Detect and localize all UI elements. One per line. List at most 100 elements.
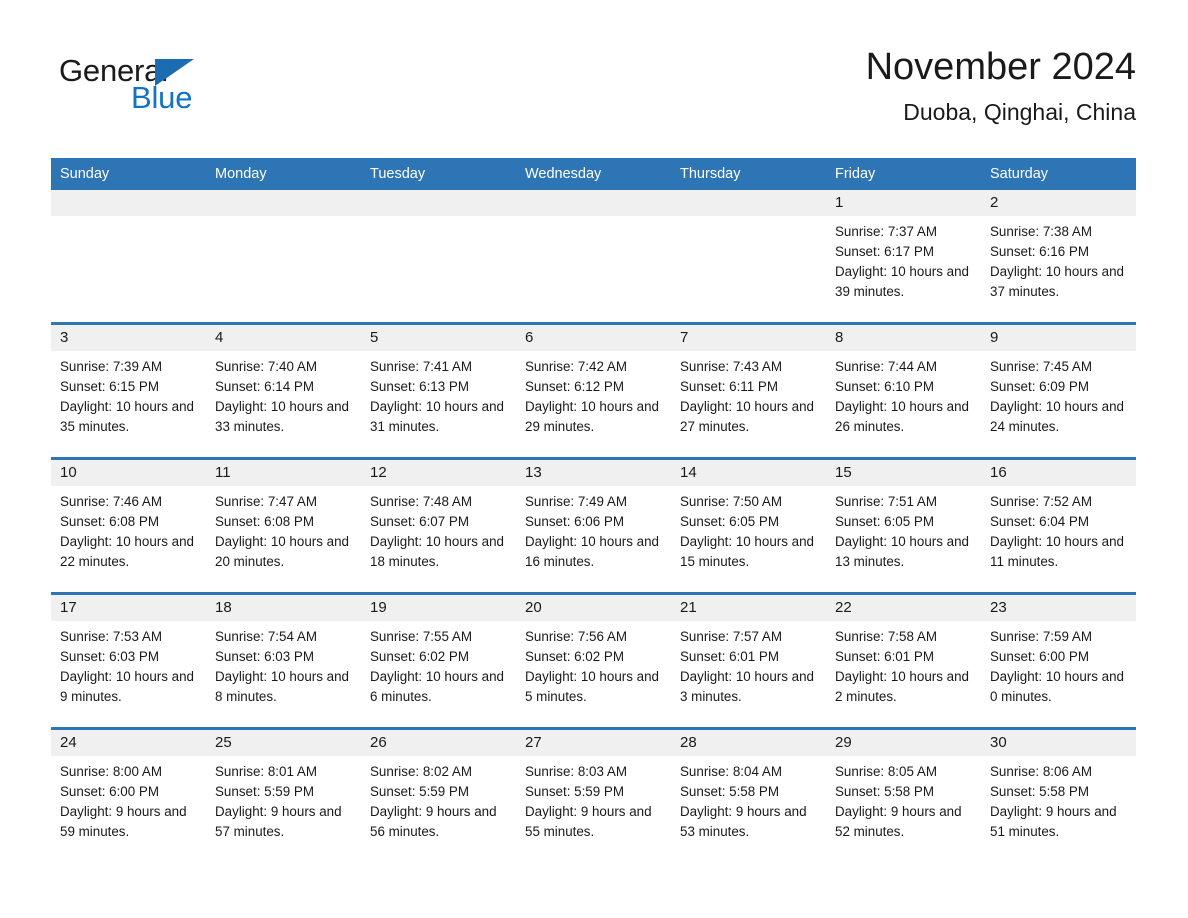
weekday-header-sunday: Sunday: [51, 158, 206, 190]
calendar-day-cell[interactable]: 3 Sunrise: 7:39 AM Sunset: 6:15 PM Daylight…: [51, 322, 206, 459]
calendar-day-cell[interactable]: 23 Sunrise: 7:59 AM Sunset: 6:00 PM Dayligh…: [981, 592, 1136, 729]
logo-text-blue: Blue: [131, 80, 193, 115]
calendar-day-cell[interactable]: 24 Sunrise: 8:00 AM Sunset: 6:00 PM Dayligh…: [51, 727, 206, 862]
calendar-week-row: 24 Sunrise: 8:00 AM Sunset: 6:00 PM Dayligh…: [51, 727, 1136, 862]
daylight-text: Daylight: 9 hours and 51 minutes.: [990, 804, 1117, 839]
day-details: Sunrise: 7:48 AM Sunset: 6:07 PM Daylight:…: [361, 486, 516, 572]
calendar-day-cell[interactable]: 17 Sunrise: 7:53 AM Sunset: 6:03 PM Dayligh…: [51, 592, 206, 729]
day-number: 3: [51, 325, 206, 351]
day-number: 26: [361, 730, 516, 756]
day-number: 28: [671, 730, 826, 756]
daylight-text: Daylight: 10 hours and 27 minutes.: [680, 399, 814, 434]
day-number: [206, 190, 361, 216]
daylight-text: Daylight: 10 hours and 24 minutes.: [990, 399, 1124, 434]
day-number: 30: [981, 730, 1136, 756]
calendar-day-cell[interactable]: 12 Sunrise: 7:48 AM Sunset: 6:07 PM Dayligh…: [361, 457, 516, 594]
weekday-header-thursday: Thursday: [671, 158, 826, 190]
calendar-day-cell-empty: [361, 190, 516, 324]
calendar-day-cell[interactable]: 10 Sunrise: 7:46 AM Sunset: 6:08 PM Dayligh…: [51, 457, 206, 594]
sunset-text: Sunset: 6:02 PM: [525, 649, 624, 664]
calendar-day-cell[interactable]: 22 Sunrise: 7:58 AM Sunset: 6:01 PM Dayligh…: [826, 592, 981, 729]
calendar-day-cell[interactable]: 16 Sunrise: 7:52 AM Sunset: 6:04 PM Dayligh…: [981, 457, 1136, 594]
daylight-text: Daylight: 10 hours and 15 minutes.: [680, 534, 814, 569]
day-number: 21: [671, 595, 826, 621]
sunset-text: Sunset: 6:04 PM: [990, 514, 1089, 529]
day-number: 14: [671, 460, 826, 486]
sunrise-text: Sunrise: 8:05 AM: [835, 764, 937, 779]
day-number: 12: [361, 460, 516, 486]
day-details: Sunrise: 7:38 AM Sunset: 6:16 PM Daylight:…: [981, 216, 1136, 302]
calendar-day-cell[interactable]: 2 Sunrise: 7:38 AM Sunset: 6:16 PM Daylight…: [981, 190, 1136, 324]
sunrise-text: Sunrise: 8:02 AM: [370, 764, 472, 779]
sunset-text: Sunset: 6:05 PM: [680, 514, 779, 529]
sunset-text: Sunset: 6:06 PM: [525, 514, 624, 529]
calendar-day-cell[interactable]: 8 Sunrise: 7:44 AM Sunset: 6:10 PM Daylight…: [826, 322, 981, 459]
calendar-day-cell[interactable]: 15 Sunrise: 7:51 AM Sunset: 6:05 PM Dayligh…: [826, 457, 981, 594]
sunset-text: Sunset: 6:01 PM: [680, 649, 779, 664]
calendar-day-cell[interactable]: 5 Sunrise: 7:41 AM Sunset: 6:13 PM Daylight…: [361, 322, 516, 459]
daylight-text: Daylight: 10 hours and 11 minutes.: [990, 534, 1124, 569]
day-details: Sunrise: 7:47 AM Sunset: 6:08 PM Daylight:…: [206, 486, 361, 572]
sunrise-text: Sunrise: 8:06 AM: [990, 764, 1092, 779]
day-number: 22: [826, 595, 981, 621]
calendar-day-cell[interactable]: 25 Sunrise: 8:01 AM Sunset: 5:59 PM Dayligh…: [206, 727, 361, 862]
calendar-day-cell[interactable]: 29 Sunrise: 8:05 AM Sunset: 5:58 PM Dayligh…: [826, 727, 981, 862]
calendar-day-cell[interactable]: 6 Sunrise: 7:42 AM Sunset: 6:12 PM Daylight…: [516, 322, 671, 459]
calendar-day-cell-empty: [516, 190, 671, 324]
calendar-day-cell[interactable]: 30 Sunrise: 8:06 AM Sunset: 5:58 PM Dayligh…: [981, 727, 1136, 862]
day-details: Sunrise: 7:53 AM Sunset: 6:03 PM Daylight:…: [51, 621, 206, 707]
sunset-text: Sunset: 6:08 PM: [215, 514, 314, 529]
calendar-day-cell[interactable]: 7 Sunrise: 7:43 AM Sunset: 6:11 PM Daylight…: [671, 322, 826, 459]
sunset-text: Sunset: 6:10 PM: [835, 379, 934, 394]
day-details: Sunrise: 8:00 AM Sunset: 6:00 PM Daylight:…: [51, 756, 206, 842]
calendar-day-cell[interactable]: 9 Sunrise: 7:45 AM Sunset: 6:09 PM Daylight…: [981, 322, 1136, 459]
day-details: Sunrise: 7:55 AM Sunset: 6:02 PM Daylight:…: [361, 621, 516, 707]
sunset-text: Sunset: 6:08 PM: [60, 514, 159, 529]
sunrise-text: Sunrise: 7:49 AM: [525, 494, 627, 509]
day-number: 25: [206, 730, 361, 756]
daylight-text: Daylight: 10 hours and 26 minutes.: [835, 399, 969, 434]
day-details: Sunrise: 7:49 AM Sunset: 6:06 PM Daylight:…: [516, 486, 671, 572]
daylight-text: Daylight: 10 hours and 18 minutes.: [370, 534, 504, 569]
day-details: Sunrise: 7:42 AM Sunset: 6:12 PM Daylight:…: [516, 351, 671, 437]
sunrise-text: Sunrise: 7:41 AM: [370, 359, 472, 374]
calendar-day-cell[interactable]: 26 Sunrise: 8:02 AM Sunset: 5:59 PM Dayligh…: [361, 727, 516, 862]
calendar-day-cell[interactable]: 11 Sunrise: 7:47 AM Sunset: 6:08 PM Dayligh…: [206, 457, 361, 594]
calendar-day-cell-empty: [671, 190, 826, 324]
sunrise-sunset-calendar: Sunday Monday Tuesday Wednesday Thursday…: [51, 158, 1136, 862]
sunrise-text: Sunrise: 7:56 AM: [525, 629, 627, 644]
sunrise-text: Sunrise: 8:04 AM: [680, 764, 782, 779]
calendar-day-cell[interactable]: 28 Sunrise: 8:04 AM Sunset: 5:58 PM Dayligh…: [671, 727, 826, 862]
generalblue-logo[interactable]: General Blue: [59, 54, 259, 124]
day-details: Sunrise: 7:51 AM Sunset: 6:05 PM Daylight:…: [826, 486, 981, 572]
sunset-text: Sunset: 6:13 PM: [370, 379, 469, 394]
day-details: Sunrise: 7:40 AM Sunset: 6:14 PM Daylight:…: [206, 351, 361, 437]
sunrise-text: Sunrise: 8:03 AM: [525, 764, 627, 779]
daylight-text: Daylight: 10 hours and 6 minutes.: [370, 669, 504, 704]
weekday-header-wednesday: Wednesday: [516, 158, 671, 190]
calendar-week-row: 10 Sunrise: 7:46 AM Sunset: 6:08 PM Dayligh…: [51, 457, 1136, 594]
daylight-text: Daylight: 10 hours and 5 minutes.: [525, 669, 659, 704]
day-details: Sunrise: 8:01 AM Sunset: 5:59 PM Daylight:…: [206, 756, 361, 842]
sunrise-text: Sunrise: 7:45 AM: [990, 359, 1092, 374]
sunrise-text: Sunrise: 8:00 AM: [60, 764, 162, 779]
day-number: 20: [516, 595, 671, 621]
day-details: Sunrise: 7:57 AM Sunset: 6:01 PM Daylight:…: [671, 621, 826, 707]
calendar-day-cell[interactable]: 21 Sunrise: 7:57 AM Sunset: 6:01 PM Dayligh…: [671, 592, 826, 729]
day-number: 11: [206, 460, 361, 486]
calendar-day-cell[interactable]: 18 Sunrise: 7:54 AM Sunset: 6:03 PM Dayligh…: [206, 592, 361, 729]
calendar-day-cell[interactable]: 27 Sunrise: 8:03 AM Sunset: 5:59 PM Dayligh…: [516, 727, 671, 862]
calendar-header-row: Sunday Monday Tuesday Wednesday Thursday…: [51, 158, 1136, 190]
daylight-text: Daylight: 10 hours and 37 minutes.: [990, 264, 1124, 299]
daylight-text: Daylight: 10 hours and 39 minutes.: [835, 264, 969, 299]
calendar-day-cell-empty: [51, 190, 206, 324]
calendar-day-cell[interactable]: 13 Sunrise: 7:49 AM Sunset: 6:06 PM Dayligh…: [516, 457, 671, 594]
sunset-text: Sunset: 6:01 PM: [835, 649, 934, 664]
calendar-day-cell[interactable]: 20 Sunrise: 7:56 AM Sunset: 6:02 PM Dayligh…: [516, 592, 671, 729]
day-number: 18: [206, 595, 361, 621]
calendar-day-cell[interactable]: 14 Sunrise: 7:50 AM Sunset: 6:05 PM Dayligh…: [671, 457, 826, 594]
calendar-day-cell[interactable]: 1 Sunrise: 7:37 AM Sunset: 6:17 PM Daylight…: [826, 190, 981, 324]
calendar-day-cell[interactable]: 4 Sunrise: 7:40 AM Sunset: 6:14 PM Daylight…: [206, 322, 361, 459]
day-number: 4: [206, 325, 361, 351]
calendar-day-cell[interactable]: 19 Sunrise: 7:55 AM Sunset: 6:02 PM Dayligh…: [361, 592, 516, 729]
